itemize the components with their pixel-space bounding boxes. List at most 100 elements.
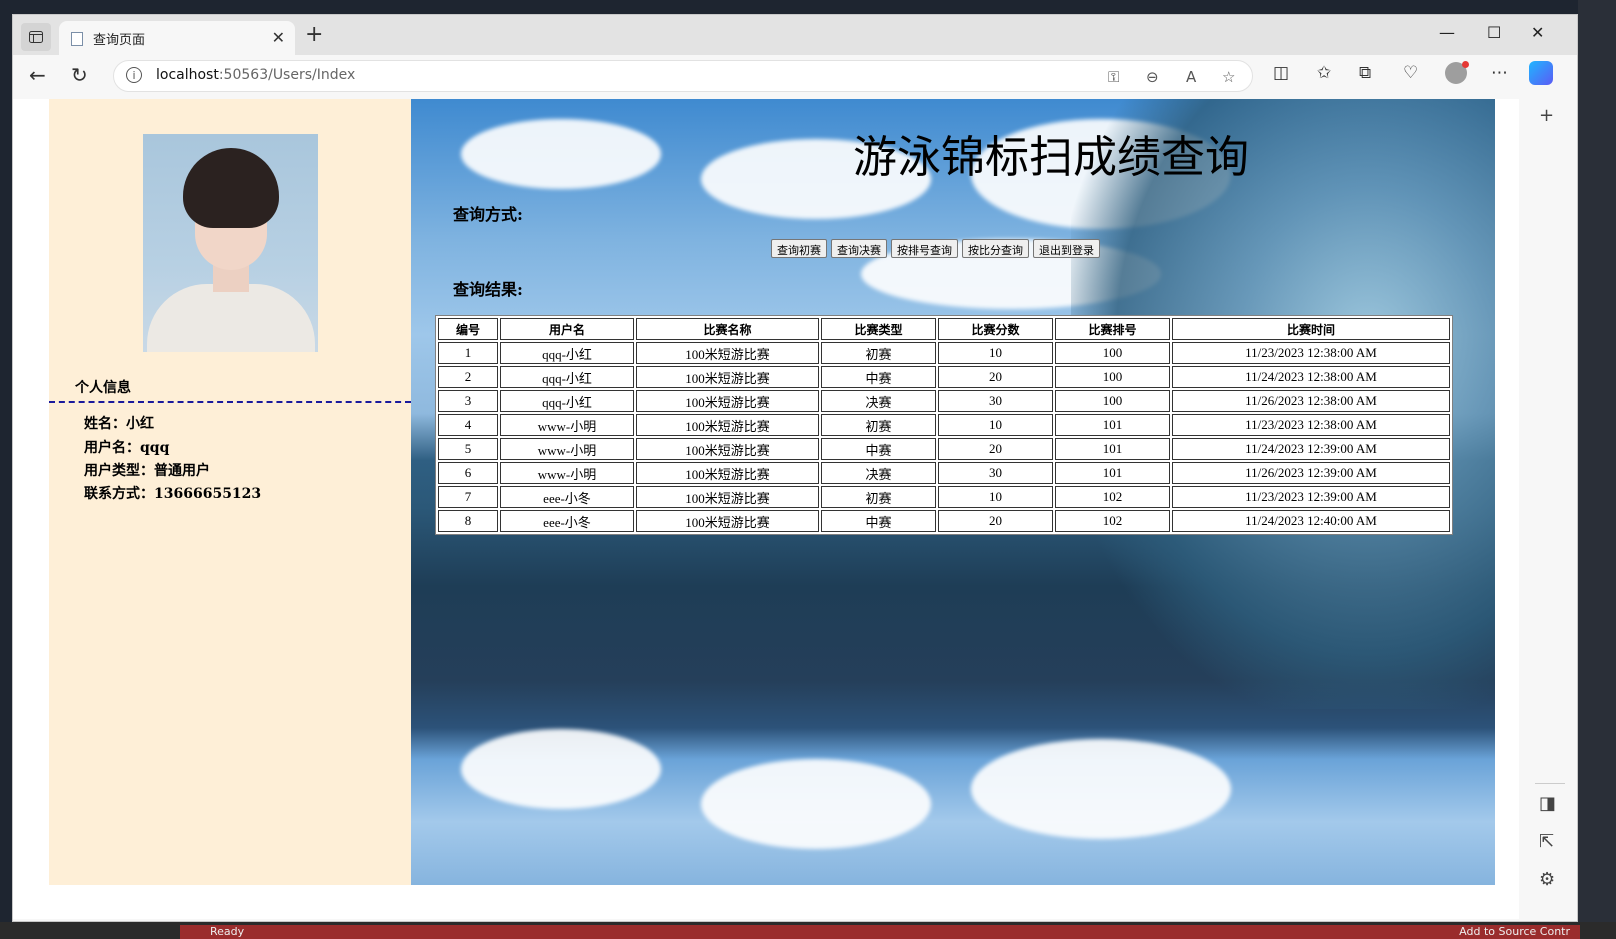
query-preliminary-button[interactable]: 查询初赛 xyxy=(771,239,827,258)
profile-contact: 联系方式：13666655123 xyxy=(84,486,262,502)
page-content: 个人信息 姓名：小红 用户名：qqq 用户类型：普通用户 联系方式：136666… xyxy=(49,99,1495,885)
table-cell: 20 xyxy=(938,438,1053,460)
tab-close-icon[interactable]: ✕ xyxy=(272,28,285,47)
back-icon[interactable]: ← xyxy=(29,63,46,87)
refresh-icon[interactable]: ↻ xyxy=(71,63,88,87)
table-cell: 101 xyxy=(1055,462,1170,484)
profile-panel: 个人信息 姓名：小红 用户名：qqq 用户类型：普通用户 联系方式：136666… xyxy=(49,99,411,885)
table-cell: 10 xyxy=(938,414,1053,436)
profile-avatar-icon[interactable] xyxy=(1445,61,1469,84)
tab-actions-button[interactable] xyxy=(21,23,51,51)
bg-cloud xyxy=(461,729,661,809)
table-cell: 100米短游比赛 xyxy=(636,342,819,364)
table-cell: www-小明 xyxy=(500,414,634,436)
table-row: 8 eee-小冬 100米短游比赛 中赛 20 102 11/24/2023 12:40:0… xyxy=(438,510,1450,532)
address-url[interactable]: localhost:50563/Users/Index xyxy=(156,67,355,83)
minimize-button[interactable]: — xyxy=(1439,23,1455,42)
table-cell: 100米短游比赛 xyxy=(636,510,819,532)
table-cell: 100 xyxy=(1055,342,1170,364)
browser-essentials-icon[interactable]: ♡ xyxy=(1403,63,1418,83)
table-cell: 11/23/2023 12:38:00 AM xyxy=(1172,414,1450,436)
column-header: 用户名 xyxy=(500,318,634,340)
table-cell: 10 xyxy=(938,486,1053,508)
table-cell: 6 xyxy=(438,462,498,484)
zoom-out-icon[interactable]: ⊖ xyxy=(1146,68,1159,86)
sidebar-panel-icon[interactable]: ◨ xyxy=(1539,793,1556,814)
table-cell: 100 xyxy=(1055,390,1170,412)
new-tab-button[interactable]: + xyxy=(305,23,323,47)
close-window-button[interactable]: ✕ xyxy=(1531,23,1544,42)
table-row: 5 www-小明 100米短游比赛 中赛 20 101 11/24/2023 12:39:0… xyxy=(438,438,1450,460)
logout-to-login-button[interactable]: 退出到登录 xyxy=(1033,239,1100,258)
table-cell: 4 xyxy=(438,414,498,436)
copilot-icon[interactable] xyxy=(1529,61,1553,85)
tab-title: 查询页面 xyxy=(93,33,146,48)
table-cell: 100米短游比赛 xyxy=(636,414,819,436)
split-screen-icon[interactable]: ◫ xyxy=(1273,63,1289,83)
table-cell: 7 xyxy=(438,486,498,508)
table-cell: 5 xyxy=(438,438,498,460)
status-source-control[interactable]: Add to Source Contr xyxy=(1459,925,1570,939)
address-bar[interactable]: i localhost:50563/Users/Index ⚿ ⊖ A ☆ xyxy=(113,60,1253,92)
tab-active[interactable]: 查询页面 ✕ xyxy=(59,21,295,55)
table-header-row: 编号 用户名 比赛名称 比赛类型 比赛分数 比赛排号 比赛时间 xyxy=(438,318,1450,340)
table-cell: www-小明 xyxy=(500,462,634,484)
table-row: 4 www-小明 100米短游比赛 初赛 10 101 11/23/2023 12:38:0… xyxy=(438,414,1450,436)
table-cell: 30 xyxy=(938,390,1053,412)
query-by-number-button[interactable]: 按排号查询 xyxy=(891,239,958,258)
table-cell: 1 xyxy=(438,342,498,364)
table-cell: 100米短游比赛 xyxy=(636,390,819,412)
table-row: 7 eee-小冬 100米短游比赛 初赛 10 102 11/23/2023 12:39:0… xyxy=(438,486,1450,508)
query-by-score-button[interactable]: 按比分查询 xyxy=(962,239,1029,258)
table-cell: 8 xyxy=(438,510,498,532)
table-cell: 中赛 xyxy=(821,366,936,388)
table-cell: 初赛 xyxy=(821,414,936,436)
table-cell: 20 xyxy=(938,366,1053,388)
sidebar-add-icon[interactable]: + xyxy=(1539,105,1554,126)
collections-icon[interactable]: ⧉ xyxy=(1359,63,1371,83)
sidebar-divider xyxy=(1535,783,1565,784)
site-info-icon[interactable]: i xyxy=(126,67,142,83)
tab-actions-icon xyxy=(29,31,43,43)
password-key-icon[interactable]: ⚿ xyxy=(1108,68,1119,86)
profile-divider xyxy=(49,401,411,403)
table-cell: qqq-小红 xyxy=(500,342,634,364)
page-favicon-icon xyxy=(71,32,83,46)
bg-cloud xyxy=(971,739,1231,839)
column-header: 比赛时间 xyxy=(1172,318,1450,340)
table-cell: 30 xyxy=(938,462,1053,484)
title-bar: 查询页面 ✕ + — ☐ ✕ xyxy=(13,15,1577,55)
more-options-icon[interactable]: ⋯ xyxy=(1491,63,1508,83)
table-row: 6 www-小明 100米短游比赛 决赛 30 101 11/26/2023 12:39:0… xyxy=(438,462,1450,484)
query-final-button[interactable]: 查询决赛 xyxy=(831,239,887,258)
favorites-icon[interactable]: ✩ xyxy=(1317,63,1331,83)
profile-usertype: 用户类型：普通用户 xyxy=(84,463,210,479)
table-cell: 101 xyxy=(1055,414,1170,436)
settings-gear-icon[interactable]: ⚙ xyxy=(1539,869,1555,890)
page-heading: 游泳锦标扫成绩查询 xyxy=(853,132,1249,183)
table-cell: 初赛 xyxy=(821,486,936,508)
table-cell: 100米短游比赛 xyxy=(636,438,819,460)
maximize-button[interactable]: ☐ xyxy=(1487,23,1501,42)
table-cell: 11/26/2023 12:38:00 AM xyxy=(1172,390,1450,412)
table-cell: 11/23/2023 12:39:00 AM xyxy=(1172,486,1450,508)
results-table: 编号 用户名 比赛名称 比赛类型 比赛分数 比赛排号 比赛时间 1 qqq-小红 100米短游比… xyxy=(435,315,1453,535)
desktop-background-right xyxy=(1578,0,1616,939)
table-cell: 决赛 xyxy=(821,462,936,484)
table-cell: 102 xyxy=(1055,510,1170,532)
open-external-icon[interactable]: ⇱ xyxy=(1539,831,1554,852)
favorite-star-icon[interactable]: ☆ xyxy=(1222,68,1235,86)
column-header: 比赛类型 xyxy=(821,318,936,340)
table-cell: 11/24/2023 12:38:00 AM xyxy=(1172,366,1450,388)
column-header: 编号 xyxy=(438,318,498,340)
table-cell: 11/26/2023 12:39:00 AM xyxy=(1172,462,1450,484)
table-cell: 11/23/2023 12:38:00 AM xyxy=(1172,342,1450,364)
table-cell: eee-小冬 xyxy=(500,510,634,532)
table-cell: 102 xyxy=(1055,486,1170,508)
read-aloud-icon[interactable]: A xyxy=(1186,68,1196,86)
column-header: 比赛分数 xyxy=(938,318,1053,340)
table-cell: 101 xyxy=(1055,438,1170,460)
table-cell: eee-小冬 xyxy=(500,486,634,508)
results-panel: 游泳锦标扫成绩查询 查询方式: 查询初赛 查询决赛 按排号查询 按比分查询 退出… xyxy=(411,99,1495,885)
table-cell: 初赛 xyxy=(821,342,936,364)
